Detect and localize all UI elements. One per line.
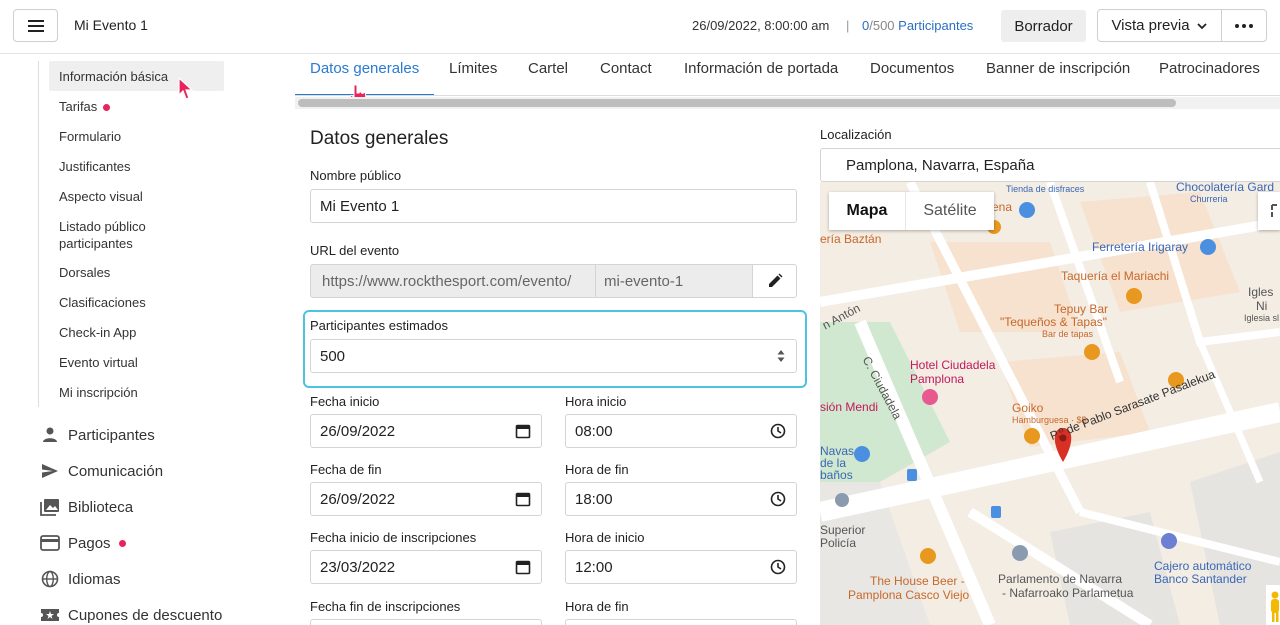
hamburger-menu-button[interactable] [13, 9, 58, 42]
fullscreen-button[interactable] [1258, 192, 1280, 230]
calendar-icon[interactable] [515, 423, 531, 439]
photo-library-icon [40, 497, 60, 517]
sidebar-item-evento-virtual[interactable]: Evento virtual [49, 354, 224, 371]
end-date-input[interactable]: 26/09/2022 [310, 482, 542, 516]
tabs-scrollbar-thumb[interactable] [298, 99, 1176, 107]
est-participants-input[interactable]: 500 [310, 339, 797, 373]
pencil-icon [768, 273, 782, 287]
clock-icon[interactable] [770, 559, 786, 575]
section-title: Datos generales [310, 128, 449, 149]
map-type-map-button[interactable]: Mapa [829, 192, 905, 230]
end-time-label: Hora de fin [565, 462, 629, 477]
sidebar-item-comunicacion[interactable]: Comunicación [40, 461, 163, 481]
sidebar-item-pagos[interactable]: Pagos [40, 533, 126, 553]
sidebar-item-mi-inscripcion[interactable]: Mi inscripción [49, 384, 224, 401]
public-name-label: Nombre público [310, 168, 402, 183]
top-bar: Mi Evento 1 26/09/2022, 8:00:00 am | 0/5… [0, 0, 1280, 54]
reg-end-date-input[interactable] [310, 619, 542, 625]
sidebar-item-informacion-basica[interactable]: Información básica [49, 61, 224, 91]
tab-cartel[interactable]: Cartel [528, 60, 568, 77]
sidebar: Información básica Tarifas Formulario Ju… [0, 55, 285, 625]
header-separator: | [846, 18, 850, 33]
start-date-input[interactable]: 26/09/2022 [310, 414, 542, 448]
edit-url-button[interactable] [752, 264, 797, 298]
reg-start-time-input[interactable]: 12:00 [565, 550, 797, 584]
sidebar-item-listado-publico[interactable]: Listado público participantes [49, 218, 169, 252]
sidebar-item-tarifas[interactable]: Tarifas [49, 98, 224, 115]
sidebar-item-cupones[interactable]: Cupones de descuento [40, 605, 222, 625]
end-date-label: Fecha de fin [310, 462, 382, 477]
reg-start-date-label: Fecha inicio de inscripciones [310, 530, 477, 545]
location-label: Localización [820, 127, 892, 142]
draft-button[interactable]: Borrador [1001, 10, 1086, 42]
sidebar-item-clasificaciones[interactable]: Clasificaciones [49, 294, 224, 311]
preview-button[interactable]: Vista previa [1097, 9, 1222, 42]
reg-start-time-label: Hora de inicio [565, 530, 645, 545]
sidebar-item-formulario[interactable]: Formulario [49, 128, 224, 145]
number-spinner-icon[interactable] [776, 348, 786, 364]
event-title: Mi Evento 1 [74, 17, 148, 33]
alert-dot [103, 104, 111, 112]
event-url-label: URL del evento [310, 243, 400, 258]
clock-icon[interactable] [770, 423, 786, 439]
globe-icon [40, 569, 60, 589]
sidebar-item-participantes[interactable]: Participantes [40, 425, 155, 445]
start-time-label: Hora inicio [565, 394, 627, 409]
sidebar-item-check-in-app[interactable]: Check-in App [49, 324, 224, 341]
url-prefix: https://www.rockthesport.com/evento/ [310, 264, 596, 298]
preview-label: Vista previa [1111, 17, 1190, 34]
sidebar-item-idiomas[interactable]: Idiomas [40, 569, 121, 589]
reg-end-time-input[interactable] [565, 619, 797, 625]
clock-icon[interactable] [770, 491, 786, 507]
tab-datos-generales[interactable]: Datos generales [310, 60, 419, 77]
reg-end-time-label: Hora de fin [565, 599, 629, 614]
hamburger-icon [27, 19, 44, 22]
alert-dot [118, 539, 126, 547]
tab-banner-inscripcion[interactable]: Banner de inscripción [986, 60, 1130, 77]
calendar-icon[interactable] [515, 491, 531, 507]
map-type-control: Mapa Satélite [829, 192, 994, 230]
tab-bar: Datos generales Límites Cartel Contact I… [295, 55, 1280, 96]
coupon-icon [40, 605, 60, 625]
est-participants-label: Participantes estimados [310, 318, 449, 333]
sidebar-item-justificantes[interactable]: Justificantes [49, 158, 224, 175]
street-view-pegman-icon[interactable] [1266, 585, 1280, 625]
end-time-input[interactable]: 18:00 [565, 482, 797, 516]
event-date: 26/09/2022, 8:00:00 am [692, 18, 830, 33]
more-dots-icon [1235, 23, 1239, 28]
submenu-divider [38, 61, 39, 407]
location-input[interactable]: Pamplona, Navarra, España [820, 148, 1280, 182]
map-type-satellite-button[interactable]: Satélite [905, 192, 994, 230]
sidebar-item-aspecto-visual[interactable]: Aspecto visual [49, 188, 224, 205]
tab-contact[interactable]: Contact [600, 60, 652, 77]
start-time-input[interactable]: 08:00 [565, 414, 797, 448]
map[interactable]: Tienda de disfraces Chocolatería Gard Ch… [820, 182, 1280, 625]
credit-card-icon [40, 533, 60, 553]
tab-informacion-portada[interactable]: Información de portada [684, 60, 838, 77]
tab-patrocinadores[interactable]: Patrocinadores [1159, 60, 1260, 77]
mouse-cursor-icon [178, 77, 194, 100]
public-name-input[interactable]: Mi Evento 1 [310, 189, 797, 223]
calendar-icon[interactable] [515, 559, 531, 575]
reg-end-date-label: Fecha fin de inscripciones [310, 599, 461, 614]
participants-count-link[interactable]: 0/500 Participantes [862, 18, 973, 33]
tab-documentos[interactable]: Documentos [870, 60, 954, 77]
chevron-down-icon [1196, 22, 1207, 29]
person-icon [40, 425, 60, 445]
start-date-label: Fecha inicio [310, 394, 380, 409]
url-slug-input[interactable]: mi-evento-1 [596, 264, 753, 298]
reg-start-date-input[interactable]: 23/03/2022 [310, 550, 542, 584]
more-options-button[interactable] [1221, 9, 1267, 42]
fullscreen-icon [1271, 204, 1277, 217]
sidebar-item-dorsales[interactable]: Dorsales [49, 264, 224, 281]
send-icon [40, 461, 60, 481]
sidebar-item-biblioteca[interactable]: Biblioteca [40, 497, 133, 517]
tab-limites[interactable]: Límites [449, 60, 497, 77]
